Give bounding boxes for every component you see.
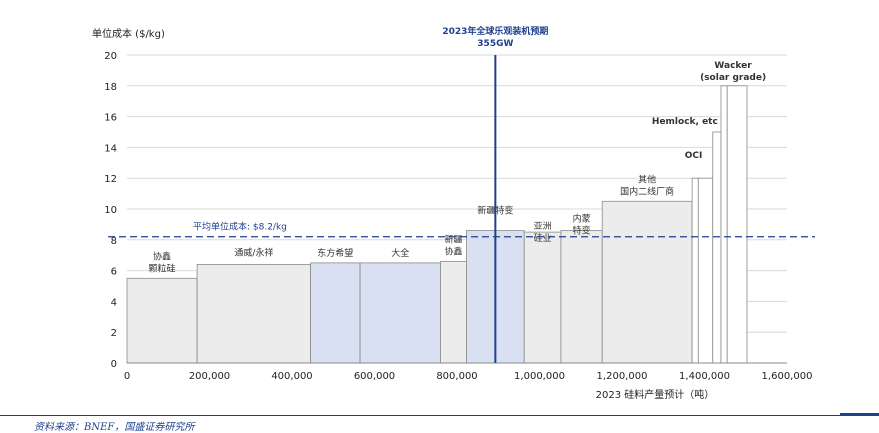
y-tick-label: 4: [111, 297, 117, 308]
y-tick-label: 16: [104, 113, 117, 124]
x-tick-label: 200,000: [189, 371, 230, 382]
bar-segment-3: [359, 262, 441, 364]
segment-label-8: 其他国内二线厂商: [620, 173, 674, 197]
y-tick-label: 20: [104, 51, 117, 62]
bar-segment-13: [726, 85, 748, 364]
bar-segment-12: [720, 85, 728, 364]
y-tick-label: 2: [111, 328, 117, 339]
y-tick-label: 8: [111, 236, 117, 247]
bar-segment-6: [523, 231, 562, 364]
segment-label-13: Wacker (solar grade): [700, 61, 766, 83]
bar-segment-0: [126, 277, 198, 364]
segment-label-0: 协鑫颗粒硅: [149, 250, 176, 274]
bar-segment-7: [560, 230, 603, 364]
x-tick-label: 1,400,000: [679, 371, 730, 382]
segment-label-2: 东方希望: [317, 247, 353, 259]
segment-label-3: 大全: [391, 247, 409, 259]
y-axis-title: 单位成本 ($/kg): [92, 27, 165, 40]
segment-label-7: 内蒙特变: [573, 213, 591, 237]
x-tick-label: 800,000: [436, 371, 477, 382]
source-note: 资料来源：BNEF，国盛证券研究所: [34, 422, 195, 433]
y-tick-label: 18: [104, 82, 117, 93]
bar-segment-8: [601, 200, 693, 364]
bar-segment-9: [691, 177, 699, 364]
y-tick-label: 6: [111, 267, 117, 278]
source-divider: [0, 415, 879, 416]
x-tick-label: 0: [124, 371, 130, 382]
segment-label-1: 通威/永祥: [234, 246, 273, 258]
source-divider-accent: [840, 413, 879, 415]
x-axis-title: 2023 硅料产量预计（吨）: [596, 388, 715, 401]
x-tick-label: 600,000: [354, 371, 395, 382]
bar-segment-1: [196, 264, 311, 364]
bar-segment-4: [440, 260, 467, 364]
x-tick-label: 1,600,000: [762, 371, 813, 382]
bar-segment-2: [310, 262, 361, 364]
bar-segment-10: [697, 177, 714, 364]
segment-label-11: Hemlock, etc: [652, 117, 718, 127]
supply-cost-curve-chart: 0 2 4 6 8 10 12 14 16 18 20 0 200,000 400,000 600,000 8…: [92, 25, 815, 401]
average-cost-label: 平均单位成本: $8.2/kg: [193, 221, 287, 233]
demand-line-label: 2023年全球乐观装机预期 355GW: [442, 25, 548, 49]
bar-segment-11: [712, 131, 722, 364]
y-tick-label: 14: [104, 143, 117, 154]
x-tick-label: 1,000,000: [514, 371, 565, 382]
x-tick-label: 400,000: [271, 371, 312, 382]
y-tick-label: 12: [104, 174, 117, 185]
segment-label-10: OCI: [685, 151, 703, 161]
x-tick-label: 1,200,000: [597, 371, 648, 382]
y-tick-label: 10: [104, 205, 117, 216]
y-tick-label: 0: [111, 359, 117, 370]
